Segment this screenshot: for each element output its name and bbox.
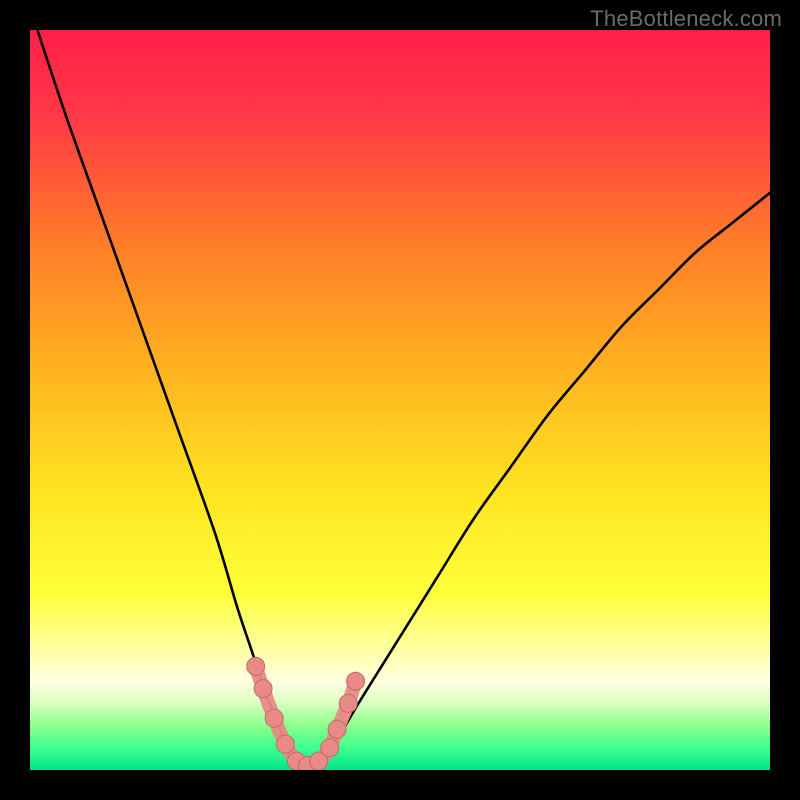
marker-dot bbox=[265, 709, 283, 727]
chart-frame: TheBottleneck.com bbox=[0, 0, 800, 800]
marker-dot bbox=[339, 694, 357, 712]
plot-area bbox=[30, 30, 770, 770]
marker-dot bbox=[276, 735, 294, 753]
marker-dot bbox=[321, 739, 339, 757]
curve-layer bbox=[30, 30, 770, 770]
marker-dot bbox=[254, 680, 272, 698]
marker-dot bbox=[247, 657, 265, 675]
watermark-text: TheBottleneck.com bbox=[590, 6, 782, 32]
bottleneck-curve bbox=[37, 30, 770, 767]
marker-dot bbox=[347, 672, 365, 690]
marker-dot bbox=[328, 720, 346, 738]
